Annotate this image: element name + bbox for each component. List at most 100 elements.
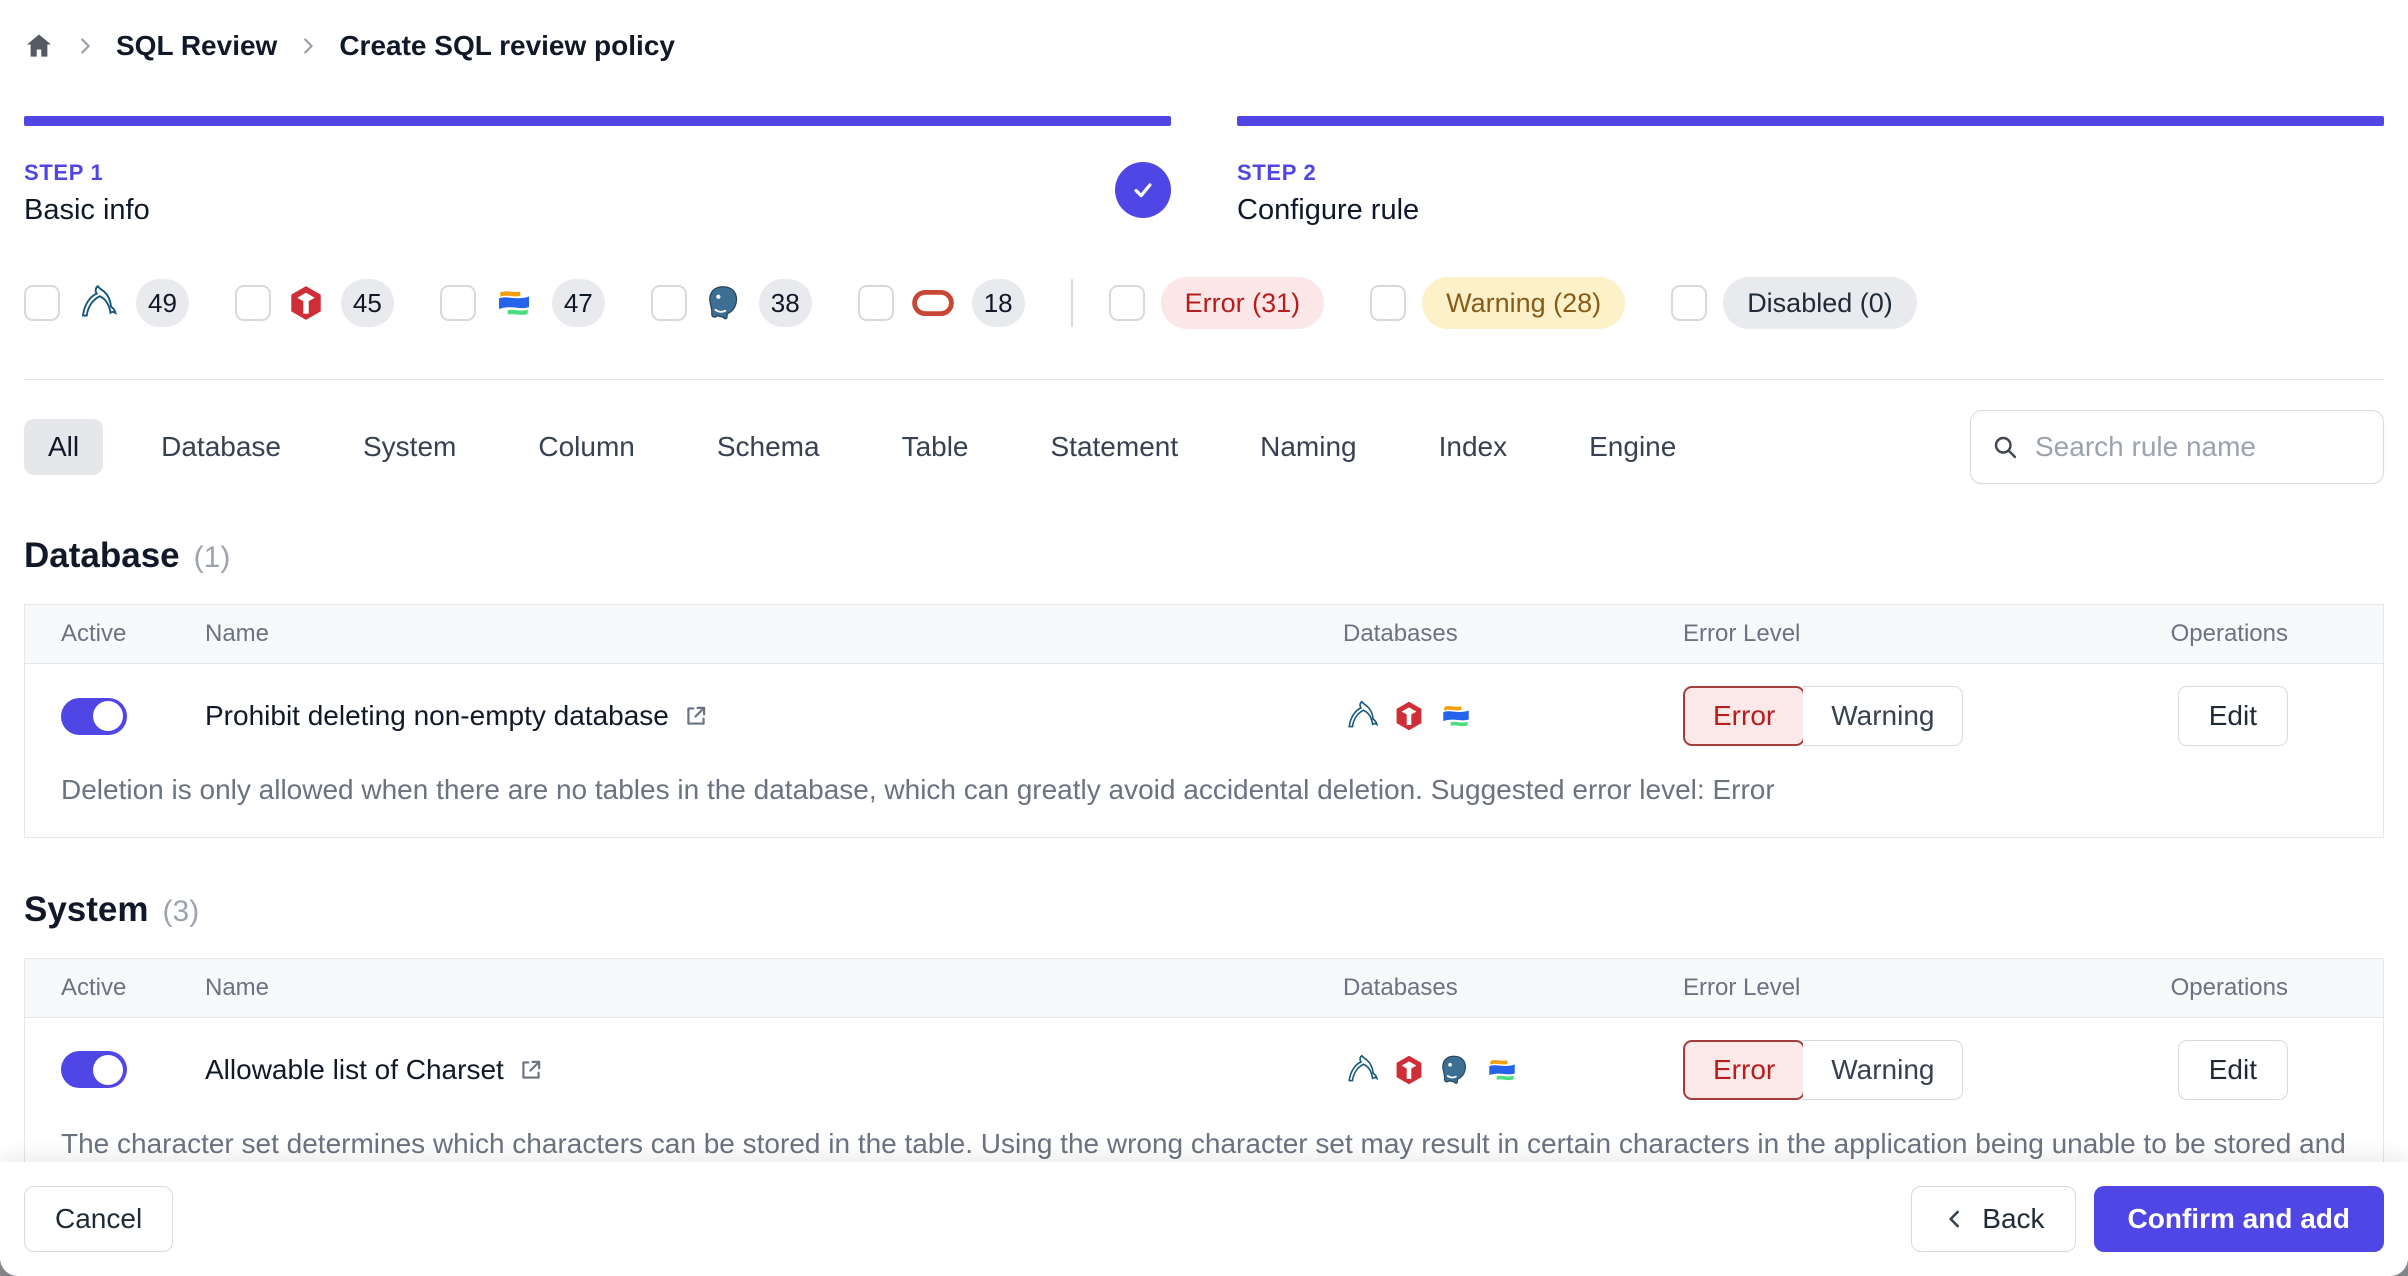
- rule-name: Allowable list of Charset: [205, 1053, 504, 1085]
- mysql-checkbox[interactable]: [24, 285, 60, 321]
- rule-databases: [1343, 1053, 1683, 1087]
- step-1-completed-check-icon: [1115, 162, 1171, 218]
- warning-count-pill: Warning (28): [1422, 277, 1626, 329]
- tab-table[interactable]: Table: [878, 419, 993, 475]
- mysql-icon: [1343, 699, 1381, 733]
- filter-engine-mysql[interactable]: 49: [24, 279, 189, 327]
- filter-engine-oracle[interactable]: 18: [857, 279, 1025, 327]
- rule-name: Prohibit deleting non-empty database: [205, 700, 669, 731]
- filter-engine-tidb[interactable]: 45: [234, 279, 394, 327]
- oceanbase-rule-count: 47: [551, 279, 605, 327]
- tab-statement[interactable]: Statement: [1027, 419, 1203, 475]
- filter-level-error[interactable]: Error (31): [1108, 277, 1325, 329]
- warning-checkbox[interactable]: [1370, 285, 1407, 321]
- step-1-progress-bar: [24, 116, 1171, 126]
- column-header-databases: Databases: [1343, 620, 1458, 647]
- rule-active-toggle[interactable]: [61, 697, 127, 735]
- divider: [24, 379, 2384, 380]
- oceanbase-icon: [492, 283, 536, 323]
- breadcrumb: SQL Review Create SQL review policy: [24, 0, 2384, 62]
- rule-databases: [1343, 699, 1683, 733]
- section-title: System: [24, 889, 149, 929]
- section-heading-database: Database (1): [24, 536, 2384, 576]
- oceanbase-icon: [1483, 1053, 1521, 1087]
- tab-naming[interactable]: Naming: [1236, 419, 1380, 475]
- tab-column[interactable]: Column: [514, 419, 658, 475]
- tidb-icon: [1393, 700, 1425, 732]
- edit-button[interactable]: Edit: [2177, 1039, 2288, 1100]
- database-rule-table: Active Name Databases Error Level Operat…: [24, 604, 2384, 838]
- oracle-rule-count: 18: [971, 279, 1025, 327]
- search-box: [1970, 410, 2384, 484]
- error-level-toggle-group: Error Warning: [1683, 1039, 2075, 1100]
- back-button[interactable]: Back: [1911, 1186, 2076, 1252]
- mysql-icon: [76, 283, 120, 323]
- tidb-checkbox[interactable]: [234, 285, 271, 321]
- column-header-error-level: Error Level: [1683, 620, 1801, 647]
- breadcrumb-current-page: Create SQL review policy: [339, 30, 675, 61]
- step-1-title: Basic info: [24, 194, 150, 226]
- filter-engine-postgresql[interactable]: 38: [650, 279, 812, 327]
- filter-engine-oceanbase[interactable]: 47: [439, 279, 605, 327]
- tidb-rule-count: 45: [340, 279, 394, 327]
- column-header-name: Name: [205, 620, 270, 647]
- step-2: STEP 2 Configure rule: [1237, 116, 2384, 227]
- error-level-warning-button[interactable]: Warning: [1803, 686, 1964, 746]
- oceanbase-checkbox[interactable]: [439, 285, 476, 321]
- mysql-icon: [1343, 1053, 1381, 1087]
- tab-system[interactable]: System: [339, 419, 480, 475]
- section-heading-system: System (3): [24, 890, 2384, 930]
- postgresql-rule-count: 38: [758, 279, 812, 327]
- step-2-progress-bar: [1237, 116, 2384, 126]
- tab-all[interactable]: All: [24, 419, 104, 475]
- step-indicator: STEP 1 Basic info STEP 2 Configure rule: [24, 116, 2384, 227]
- oracle-icon: [910, 286, 956, 320]
- external-link-icon[interactable]: [518, 1057, 544, 1083]
- tab-schema[interactable]: Schema: [693, 419, 844, 475]
- cancel-button[interactable]: Cancel: [24, 1186, 174, 1252]
- column-header-active: Active: [61, 620, 127, 647]
- tidb-icon: [287, 284, 325, 322]
- section-count: (1): [193, 541, 231, 574]
- error-level-toggle-group: Error Warning: [1683, 686, 2075, 746]
- tab-database[interactable]: Database: [137, 419, 305, 475]
- disabled-checkbox[interactable]: [1671, 285, 1708, 321]
- step-1-label: STEP 1: [24, 160, 104, 185]
- error-count-pill: Error (31): [1160, 277, 1325, 329]
- search-input[interactable]: [2033, 430, 2363, 464]
- filter-level-warning[interactable]: Warning (28): [1370, 277, 1626, 329]
- error-level-warning-button[interactable]: Warning: [1803, 1039, 1964, 1100]
- step-1: STEP 1 Basic info: [24, 116, 1171, 227]
- breadcrumb-sql-review[interactable]: SQL Review: [116, 30, 277, 62]
- tab-index[interactable]: Index: [1415, 419, 1532, 475]
- step-2-label: STEP 2: [1237, 160, 1317, 185]
- chevron-right-icon: [297, 35, 319, 57]
- chevron-left-icon: [1942, 1206, 1968, 1232]
- filter-level-disabled[interactable]: Disabled (0): [1671, 277, 1917, 329]
- external-link-icon[interactable]: [683, 703, 709, 729]
- filter-bar: 49 45 47 38 18 Error (31) Warning (28) D…: [24, 277, 2384, 329]
- column-header-operations: Operations: [2170, 620, 2288, 647]
- section-title: Database: [24, 536, 180, 575]
- tab-engine[interactable]: Engine: [1565, 419, 1700, 475]
- footer-action-bar: Cancel Back Confirm and add: [0, 1162, 2408, 1276]
- table-row: Allowable list of Charset Error Warning …: [25, 1018, 2383, 1114]
- filter-divider: [1070, 279, 1073, 327]
- back-button-label: Back: [1982, 1203, 2045, 1234]
- column-header-error-level: Error Level: [1683, 973, 1801, 1001]
- section-count: (3): [162, 894, 200, 928]
- rule-active-toggle[interactable]: [61, 1051, 127, 1089]
- step-2-title: Configure rule: [1237, 194, 1420, 226]
- postgresql-checkbox[interactable]: [650, 285, 687, 321]
- edit-button[interactable]: Edit: [2177, 686, 2288, 746]
- postgresql-icon: [703, 283, 743, 323]
- oracle-checkbox[interactable]: [857, 285, 894, 321]
- home-icon[interactable]: [24, 31, 54, 61]
- error-checkbox[interactable]: [1108, 285, 1145, 321]
- disabled-count-pill: Disabled (0): [1723, 277, 1917, 329]
- error-level-error-button[interactable]: Error: [1683, 686, 1806, 746]
- column-header-operations: Operations: [2170, 973, 2288, 1001]
- error-level-error-button[interactable]: Error: [1683, 1039, 1806, 1100]
- oceanbase-icon: [1437, 699, 1475, 733]
- confirm-and-add-button[interactable]: Confirm and add: [2093, 1186, 2384, 1252]
